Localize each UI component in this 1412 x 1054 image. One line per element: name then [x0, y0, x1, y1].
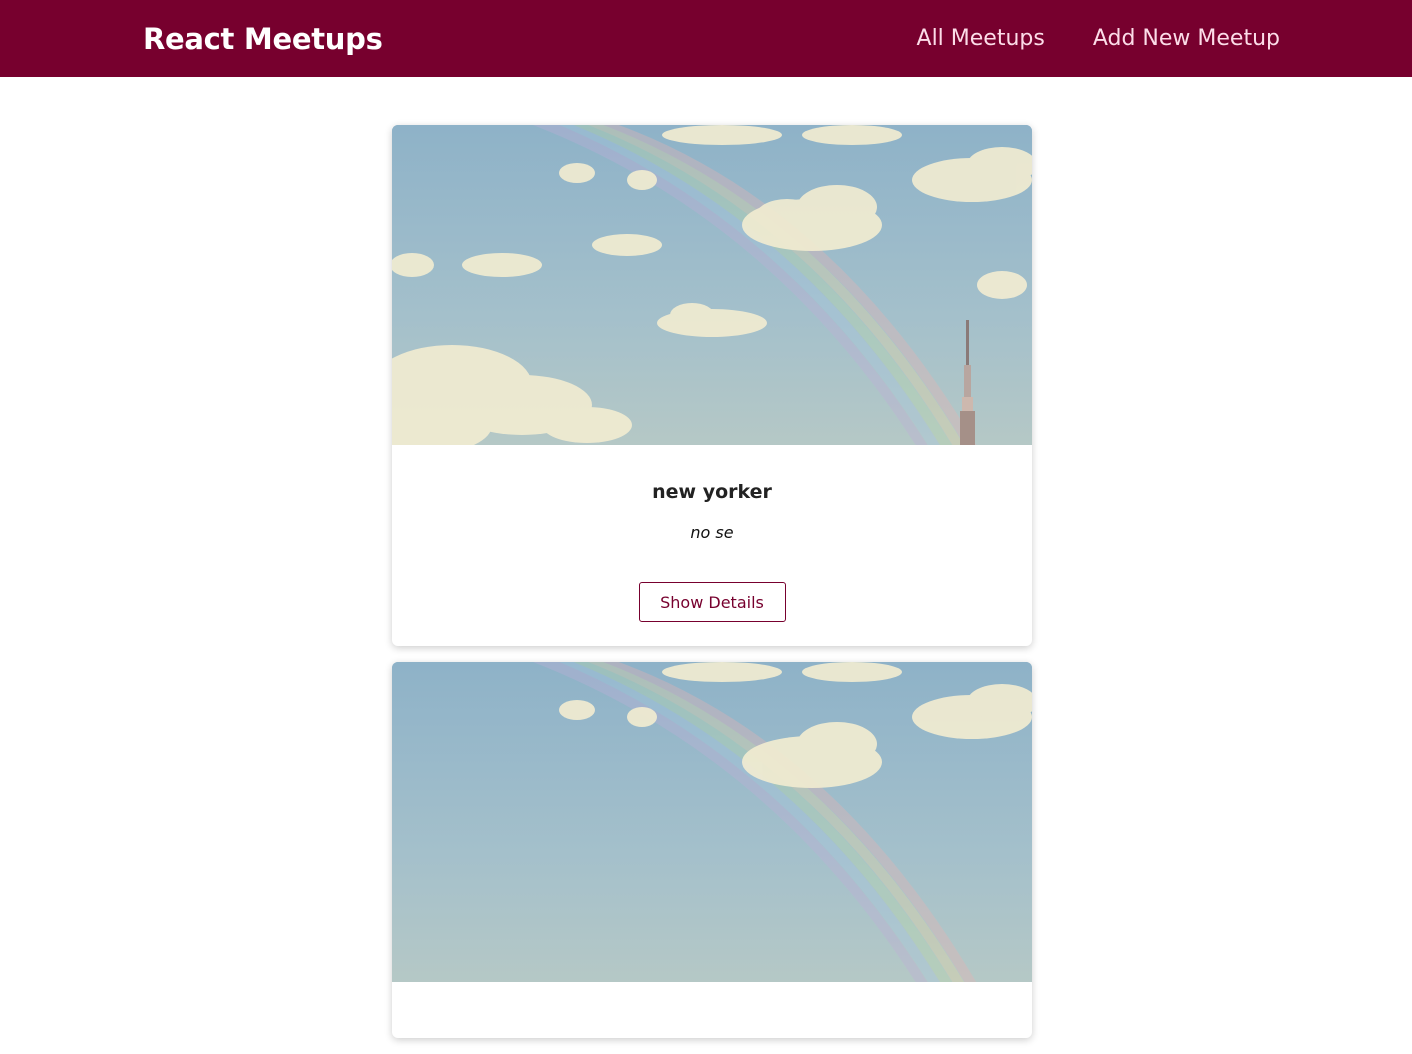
main-nav: All Meetups Add New Meetup — [917, 26, 1280, 51]
show-details-button[interactable]: Show Details — [638, 582, 786, 622]
main-header: React Meetups All Meetups Add New Meetup — [0, 0, 1412, 77]
meetup-image — [392, 662, 1032, 982]
meetup-image — [392, 125, 1032, 445]
meetup-card: new yorker no se Show Details — [392, 125, 1032, 646]
meetup-actions: Show Details — [392, 542, 1032, 646]
site-logo[interactable]: React Meetups — [143, 22, 383, 56]
meetup-list: new yorker no se Show Details — [392, 125, 1032, 1054]
nav-link-add-new-meetup[interactable]: Add New Meetup — [1093, 26, 1280, 51]
nav-link-all-meetups[interactable]: All Meetups — [917, 26, 1045, 51]
meetup-title: new yorker — [652, 481, 772, 503]
meetup-card — [392, 662, 1032, 1038]
meetup-content — [392, 982, 1032, 1018]
meetup-description: no se — [690, 523, 734, 542]
meetup-content: new yorker no se — [392, 445, 1032, 542]
